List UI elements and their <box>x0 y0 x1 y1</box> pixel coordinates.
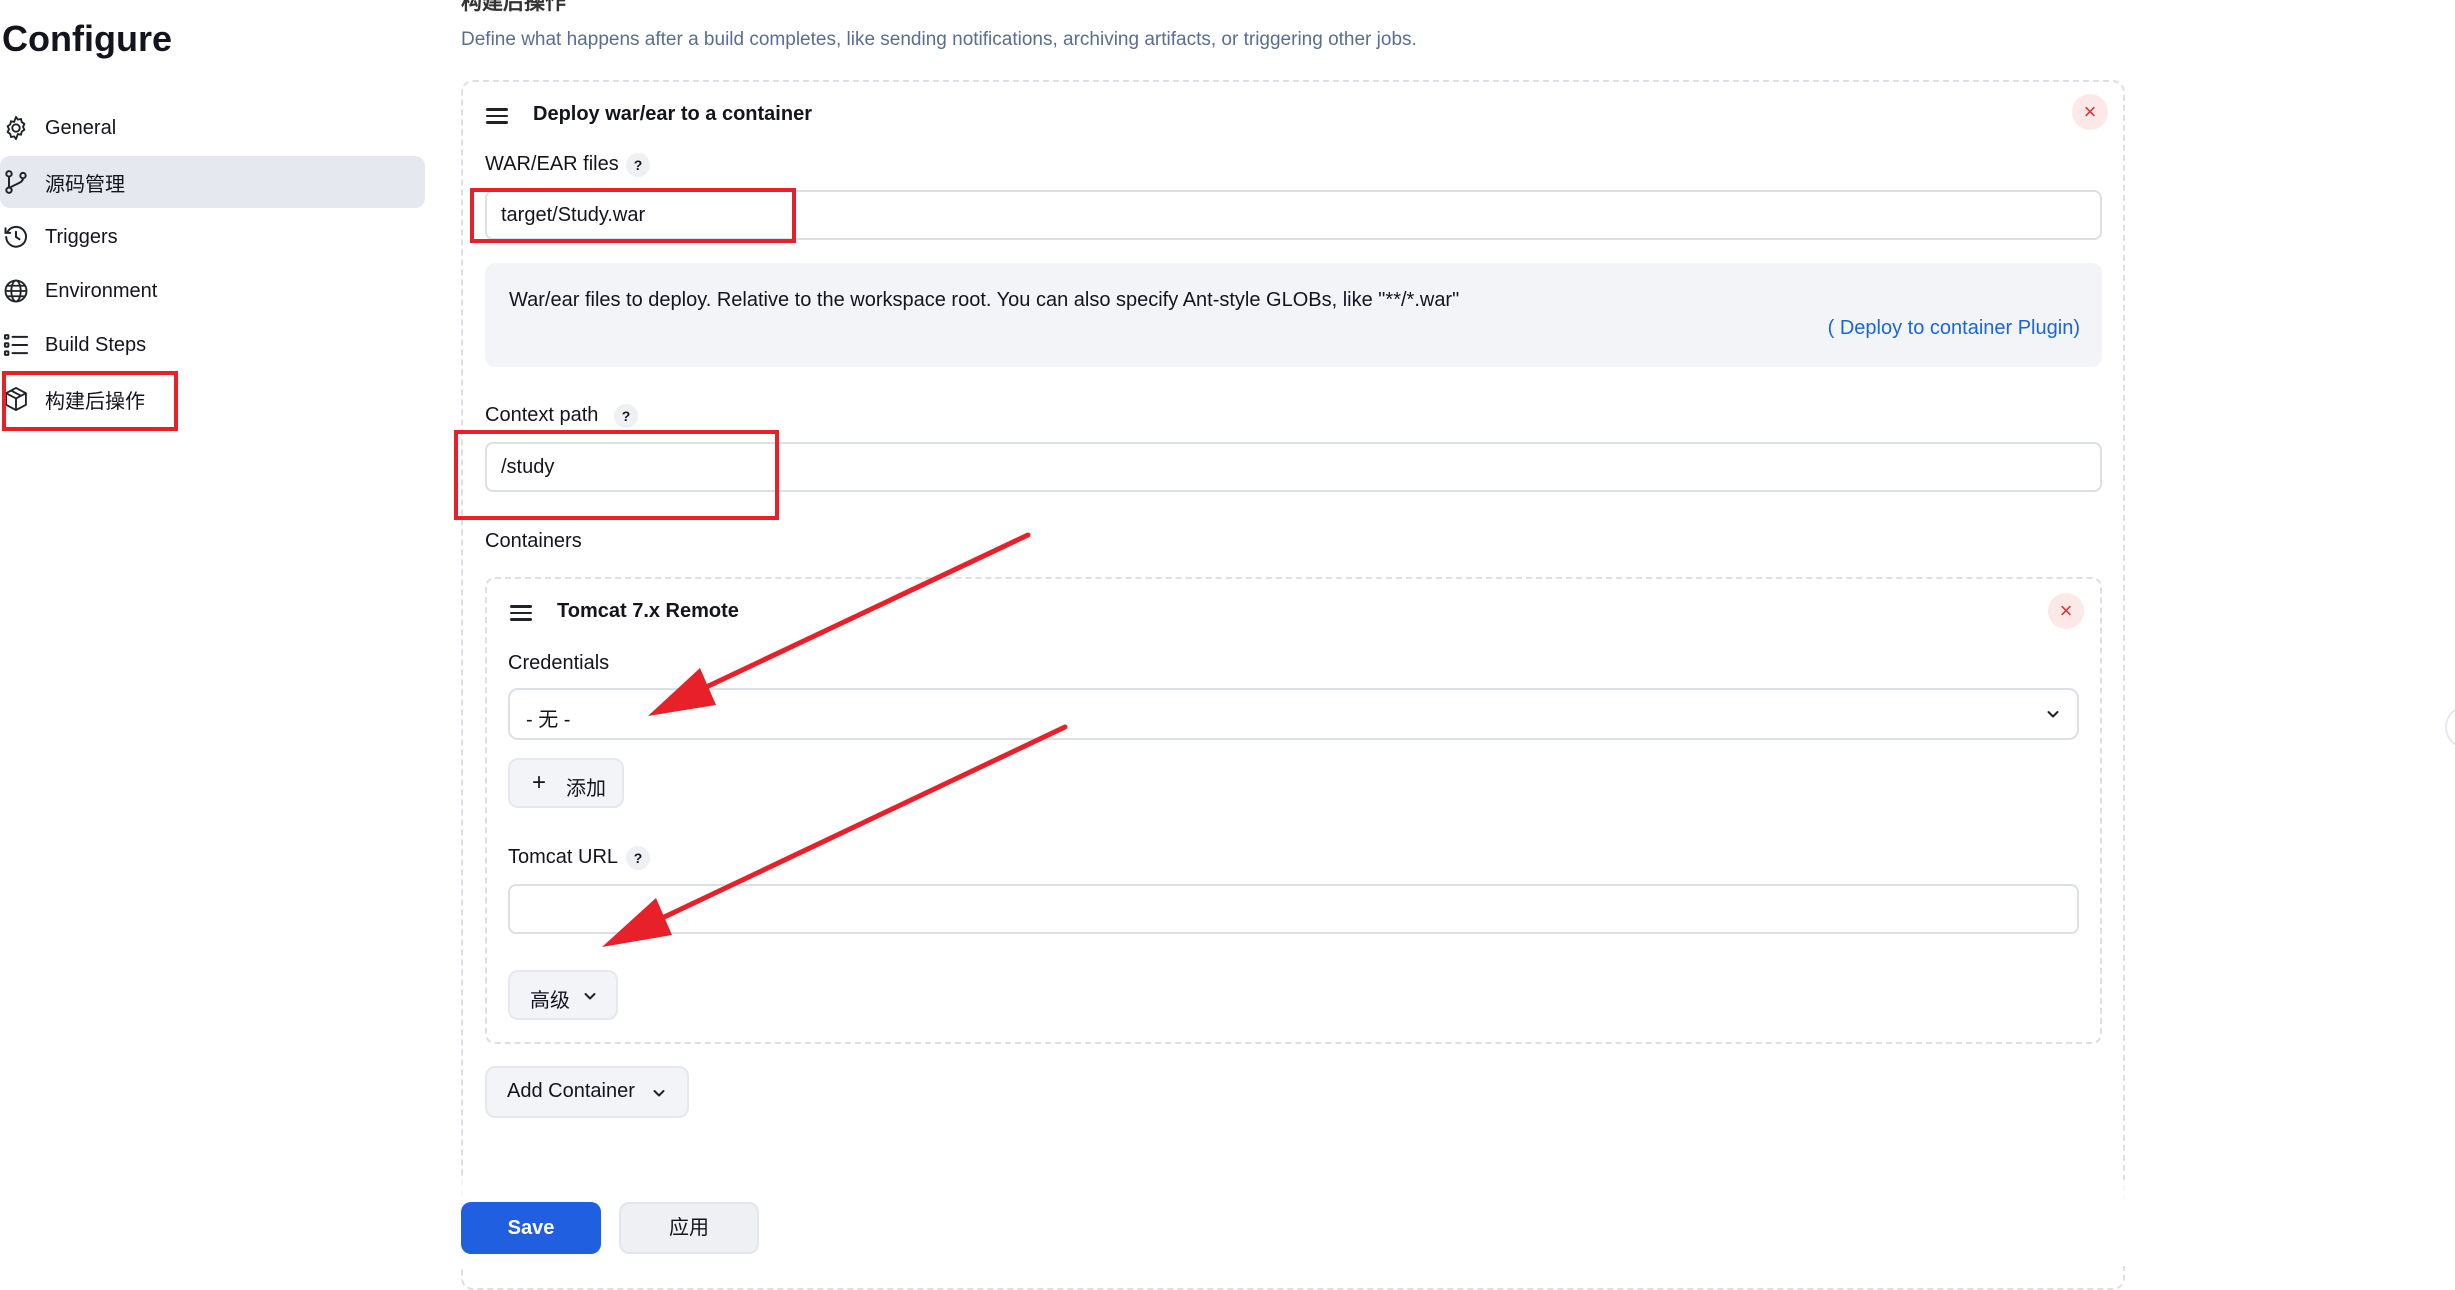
plus-icon: + <box>532 769 547 796</box>
sidebar-item-general[interactable]: General <box>0 102 425 154</box>
list-icon <box>2 331 30 359</box>
package-icon <box>2 385 30 413</box>
page-title: Configure <box>2 18 172 59</box>
gear-icon <box>2 114 30 142</box>
section-description: Define what happens after a build comple… <box>461 29 1417 50</box>
sidebar-item-label: 构建后操作 <box>45 390 145 413</box>
add-container-label: Add Container <box>507 1080 635 1102</box>
close-icon[interactable]: × <box>2072 94 2108 130</box>
section-heading: 构建后操作 <box>461 0 566 14</box>
add-credentials-button[interactable]: + 添加 <box>508 758 624 808</box>
sidebar-item-post-build[interactable]: 构建后操作 <box>0 373 425 425</box>
help-icon[interactable]: ? <box>626 153 650 177</box>
container-card-title: Tomcat 7.x Remote <box>557 600 739 622</box>
jenkins-configure-page: Configure General 源码管理 Triggers Environm… <box>0 0 2455 1290</box>
credentials-selected-value: - 无 - <box>526 709 571 731</box>
war-files-help-box: War/ear files to deploy. Relative to the… <box>485 263 2102 367</box>
deploy-card-title: Deploy war/ear to a container <box>533 103 812 125</box>
sidebar-item-label: 源码管理 <box>45 173 125 196</box>
edge-floating-button[interactable] <box>2445 705 2455 749</box>
containers-label: Containers <box>485 530 582 552</box>
sidebar-item-build-steps[interactable]: Build Steps <box>0 319 425 371</box>
tomcat-url-input[interactable] <box>508 884 2079 934</box>
chevron-down-icon <box>582 988 598 1004</box>
war-files-help-text: War/ear files to deploy. Relative to the… <box>509 289 1460 311</box>
close-icon[interactable]: × <box>2048 593 2084 629</box>
link-close-paren: ) <box>2073 317 2080 339</box>
apply-button[interactable]: 应用 <box>619 1202 759 1254</box>
add-button-label: 添加 <box>566 778 606 800</box>
drag-handle-icon[interactable] <box>510 605 532 621</box>
advanced-button[interactable]: 高级 <box>508 970 618 1020</box>
clock-icon <box>2 223 30 251</box>
add-container-button[interactable]: Add Container <box>485 1066 689 1118</box>
globe-icon <box>2 277 30 305</box>
chevron-down-icon <box>651 1085 667 1101</box>
sidebar-item-triggers[interactable]: Triggers <box>0 211 425 263</box>
advanced-button-label: 高级 <box>530 990 570 1012</box>
sidebar-item-label: General <box>45 116 117 139</box>
sidebar-item-source-control[interactable]: 源码管理 <box>0 156 425 208</box>
sidebar-item-label: Build Steps <box>45 333 147 356</box>
help-icon[interactable]: ? <box>626 846 650 870</box>
help-icon[interactable]: ? <box>614 404 638 428</box>
branch-icon <box>2 168 30 196</box>
sidebar-item-label: Triggers <box>45 225 118 248</box>
context-path-input[interactable] <box>485 442 2102 492</box>
chevron-down-icon <box>2045 706 2061 722</box>
sidebar-item-environment[interactable]: Environment <box>0 265 425 317</box>
war-files-label: WAR/EAR files <box>485 153 619 175</box>
tomcat-container-card <box>485 577 2102 1044</box>
save-button[interactable]: Save <box>461 1202 601 1254</box>
credentials-label: Credentials <box>508 652 610 674</box>
plugin-link-wrapper: ( Deploy to container Plugin) <box>1828 317 2080 340</box>
war-files-input[interactable] <box>485 190 2102 240</box>
context-path-label: Context path <box>485 404 599 426</box>
tomcat-url-label: Tomcat URL <box>508 846 619 868</box>
drag-handle-icon[interactable] <box>486 108 508 124</box>
credentials-select[interactable]: - 无 - <box>508 688 2079 740</box>
deploy-plugin-link[interactable]: Deploy to container Plugin <box>1834 317 2074 339</box>
sidebar-item-label: Environment <box>45 279 158 302</box>
